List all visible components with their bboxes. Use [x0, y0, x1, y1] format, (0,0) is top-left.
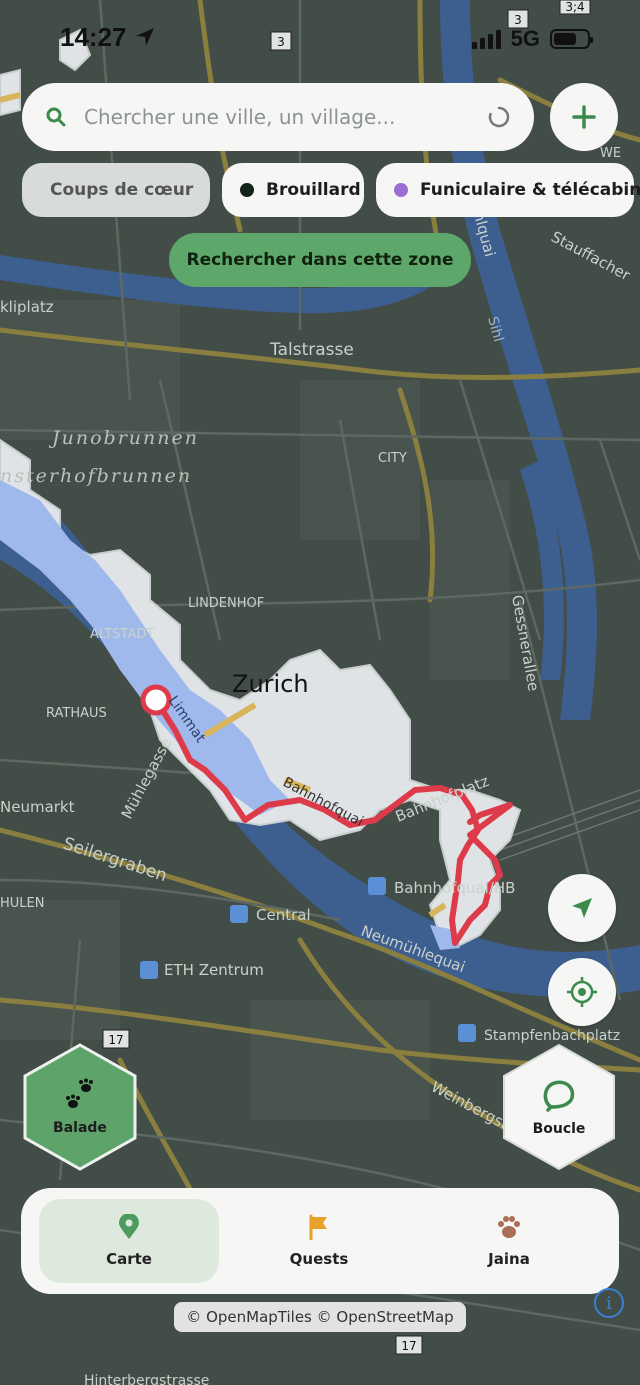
status-indicators: 5G [471, 26, 593, 52]
status-time: 14:27 [60, 22, 156, 53]
loop-icon [543, 1080, 575, 1112]
funicular-dot-icon [394, 183, 408, 197]
loading-spinner-icon [488, 106, 510, 128]
svg-text:WE: WE [600, 146, 621, 161]
signal-icon [471, 29, 501, 49]
filter-chip-favorites[interactable]: Coups de cœur [22, 163, 210, 217]
walk-mode-button[interactable]: Balade [22, 1043, 138, 1171]
search-bar[interactable]: Chercher une ville, un village... [22, 83, 534, 151]
navigate-button[interactable] [548, 874, 616, 942]
nav-tab-label: Quests [289, 1250, 349, 1268]
svg-text:LINDENHOF: LINDENHOF [188, 596, 264, 611]
paw-prints-icon [66, 1078, 93, 1108]
filter-chip-label: Coups de cœur [50, 180, 194, 200]
battery-icon [550, 29, 593, 49]
svg-text:3: 3 [514, 13, 522, 27]
location-arrow-icon [135, 28, 154, 46]
svg-text:CITY: CITY [378, 451, 407, 466]
plus-icon [572, 105, 596, 129]
filter-chip-label: Funiculaire & télécabine [420, 180, 640, 200]
nav-tab-map[interactable]: Carte [39, 1199, 219, 1283]
svg-text:Stampfenbachplatz: Stampfenbachplatz [484, 1028, 620, 1044]
info-icon[interactable]: i [594, 1288, 624, 1318]
svg-text:HULEN: HULEN [0, 896, 44, 911]
navigation-arrow-icon [572, 898, 592, 918]
svg-text:ETH Zentrum: ETH Zentrum [164, 961, 264, 979]
nav-tab-label: Jaina [488, 1250, 530, 1268]
search-icon [46, 107, 66, 127]
svg-text:Bahnhofquai/HB: Bahnhofquai/HB [394, 879, 515, 897]
filter-chip-fog[interactable]: Brouillard [222, 163, 364, 217]
add-button[interactable] [550, 83, 618, 151]
svg-text:17: 17 [401, 1339, 416, 1353]
loop-mode-button[interactable]: Boucle [501, 1043, 617, 1171]
nav-tab-jaina[interactable]: Jaina [419, 1199, 599, 1283]
search-this-area-button[interactable]: Rechercher dans cette zone [169, 233, 471, 287]
svg-text:RATHAUS: RATHAUS [46, 706, 107, 721]
svg-text:Junobrunnen: Junobrunnen [48, 427, 199, 449]
locate-me-button[interactable] [548, 958, 616, 1026]
filter-chip-label: Brouillard [266, 180, 361, 200]
search-input[interactable]: Chercher une ville, un village... [84, 105, 488, 129]
map-pin-icon [119, 1214, 139, 1239]
status-time-text: 14:27 [60, 22, 127, 52]
svg-text:kliplatz: kliplatz [0, 298, 54, 316]
svg-text:Zurich: Zurich [232, 670, 309, 698]
paw-icon [498, 1216, 520, 1238]
nav-tab-quests[interactable]: Quests [229, 1199, 409, 1283]
nav-tab-label: Carte [106, 1250, 152, 1268]
svg-text:3: 3 [277, 35, 285, 49]
svg-text:Neumarkt: Neumarkt [0, 798, 75, 816]
filter-chip-funicular[interactable]: Funiculaire & télécabine [376, 163, 640, 217]
map-attribution[interactable]: © OpenMapTiles © OpenStreetMap [174, 1302, 466, 1332]
flag-icon [309, 1214, 327, 1240]
fog-dot-icon [240, 183, 254, 197]
bottom-navigation: Carte Quests Jaina [21, 1188, 619, 1294]
network-type: 5G [510, 26, 540, 51]
svg-text:3;4: 3;4 [565, 0, 584, 14]
loop-mode-label: Boucle [532, 1121, 586, 1137]
svg-text:nsterhofbrunnen: nsterhofbrunnen [0, 465, 192, 487]
svg-text:Central: Central [256, 906, 311, 924]
svg-text:Talstrasse: Talstrasse [269, 340, 354, 360]
walk-mode-label: Balade [53, 1120, 107, 1136]
svg-text:ALTSTADT: ALTSTADT [90, 627, 154, 642]
svg-text:Hinterbergstrasse: Hinterbergstrasse [84, 1373, 209, 1385]
crosshair-icon [567, 977, 597, 1007]
